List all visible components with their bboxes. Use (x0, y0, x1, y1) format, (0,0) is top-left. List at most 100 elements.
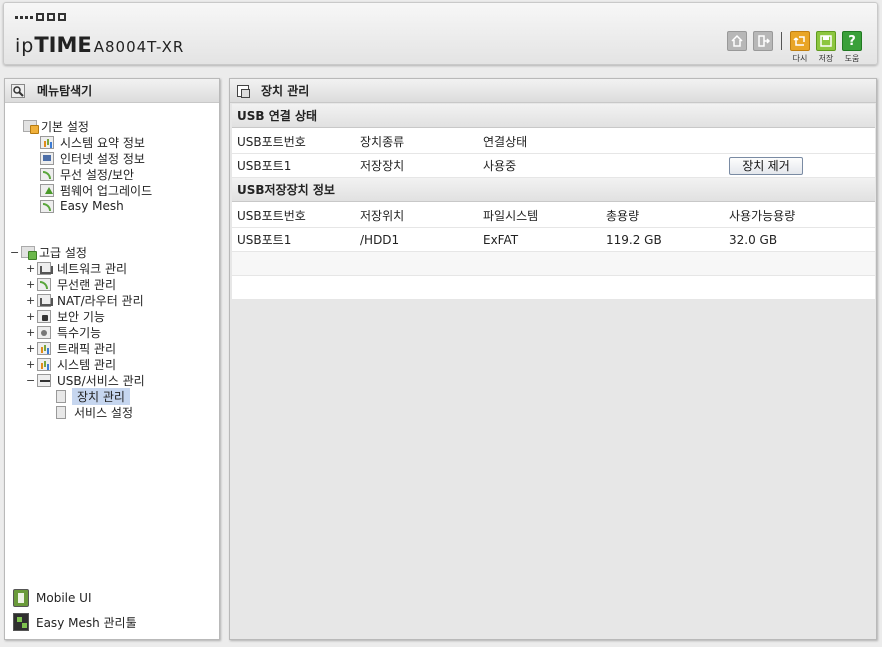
storage-info-header-row: USB포트번호 저장위치 파일시스템 총용량 사용가능용량 (232, 202, 875, 228)
expand-toggle[interactable]: + (26, 262, 35, 275)
help-label: 도움 (844, 54, 860, 63)
brand-time: TIME (34, 33, 92, 57)
menu-item-firmware-upgrade[interactable]: 펌웨어 업그레이드 (40, 182, 152, 198)
header-toolbar: 다시 저장 ? 도움 (727, 31, 862, 64)
folder-icon (23, 120, 39, 134)
wifi-icon (37, 277, 51, 291)
usb-status-section-title: USB 연결 상태 (232, 104, 875, 128)
menu-explorer-panel: 메뉴탐색기 기본 설정 시스템 요약 정보 인터넷 설정 정보 무선 설정/보안… (4, 78, 220, 640)
logout-icon[interactable] (753, 31, 773, 51)
window-icon (237, 84, 250, 98)
mesh-icon (40, 199, 54, 213)
table-cell: 119.2 GB (606, 232, 662, 247)
menu-item-special-functions[interactable]: + 특수기능 (26, 324, 101, 340)
redo-label: 다시 (792, 54, 808, 63)
tree-basic-settings[interactable]: 기본 설정 (23, 118, 89, 134)
expand-toggle[interactable]: + (26, 342, 35, 355)
menu-item-label: 펌웨어 업그레이드 (60, 183, 153, 198)
menu-item-security[interactable]: + 보안 기능 (26, 308, 105, 324)
top-header: ipTIME A8004T-XR 다시 저장 ? 도움 (3, 2, 878, 65)
wifi-icon (40, 167, 54, 181)
content-body: USB 연결 상태 USB포트번호 장치종류 연결상태 USB포트1 저장장치 … (232, 104, 875, 300)
menu-item-label: 인터넷 설정 정보 (60, 151, 145, 166)
column-header: 장치종류 (360, 135, 405, 149)
expand-toggle[interactable]: + (26, 294, 35, 307)
menu-item-label: USB/서비스 관리 (57, 373, 145, 388)
menu-item-wireless-security[interactable]: 무선 설정/보안 (40, 166, 134, 182)
menu-item-label: 시스템 요약 정보 (60, 135, 145, 150)
redo-button[interactable]: 다시 (790, 31, 810, 64)
usb-status-header-row: USB포트번호 장치종류 연결상태 (232, 128, 875, 154)
menu-item-label: Easy Mesh (60, 199, 124, 213)
menu-item-traffic[interactable]: + 트래픽 관리 (26, 340, 116, 356)
column-header: 연결상태 (483, 135, 528, 149)
home-icon[interactable] (727, 31, 747, 51)
folder-icon (21, 246, 37, 260)
toolbar-divider (781, 32, 782, 50)
page-icon (56, 405, 66, 419)
menu-item-service-settings[interactable]: 서비스 설정 (56, 404, 133, 420)
tree-advanced-settings-label: 고급 설정 (39, 245, 87, 260)
empty-row (232, 276, 875, 300)
menu-item-label: 네트워크 관리 (57, 261, 128, 276)
menu-item-nat-router[interactable]: + NAT/라우터 관리 (26, 292, 144, 308)
expand-toggle[interactable]: + (26, 278, 35, 291)
column-header: 총용량 (606, 209, 640, 223)
table-cell: 32.0 GB (729, 232, 778, 247)
mobile-icon (13, 589, 29, 607)
table-cell: ExFAT (483, 232, 519, 247)
router-icon (37, 293, 53, 307)
traffic-icon (37, 341, 51, 355)
expand-toggle[interactable]: + (26, 310, 35, 323)
chart-icon (40, 135, 54, 149)
table-row: USB포트1 /HDD1 ExFAT 119.2 GB 32.0 GB (232, 228, 875, 252)
brand-logo: ipTIME A8004T-XR (15, 33, 184, 57)
redo-icon (790, 31, 810, 51)
menu-item-network[interactable]: + 네트워크 관리 (26, 260, 127, 276)
expand-toggle[interactable]: + (26, 358, 35, 371)
menu-item-internet-info[interactable]: 인터넷 설정 정보 (40, 150, 145, 166)
save-button[interactable]: 저장 (816, 31, 836, 64)
gear-icon (37, 325, 51, 339)
empty-row (232, 252, 875, 276)
collapse-toggle[interactable]: − (10, 246, 19, 259)
column-header: 파일시스템 (483, 209, 539, 223)
table-cell: 사용중 (483, 159, 517, 173)
menu-item-system[interactable]: + 시스템 관리 (26, 356, 116, 372)
storage-info-section-title: USB저장장치 정보 (232, 178, 875, 202)
menu-item-label: 시스템 관리 (57, 357, 117, 372)
system-icon (37, 357, 51, 371)
remove-device-button[interactable]: 장치 제거 (729, 157, 803, 175)
column-header: USB포트번호 (237, 209, 306, 223)
column-header: 저장위치 (360, 209, 405, 223)
menu-explorer-title: 메뉴탐색기 (5, 79, 219, 103)
menu-item-system-summary[interactable]: 시스템 요약 정보 (40, 134, 145, 150)
menu-item-usb-service[interactable]: − USB/서비스 관리 (26, 372, 145, 388)
content-panel: 장치 관리 USB 연결 상태 USB포트번호 장치종류 연결상태 USB포트1… (229, 78, 877, 640)
menu-item-wireless[interactable]: + 무선랜 관리 (26, 276, 116, 292)
tree-advanced-settings[interactable]: − 고급 설정 (10, 244, 87, 260)
save-label: 저장 (818, 54, 834, 63)
easy-mesh-tool-link[interactable]: Easy Mesh 관리툴 (13, 613, 137, 631)
mobile-ui-link[interactable]: Mobile UI (13, 589, 137, 607)
help-button[interactable]: ? 도움 (842, 31, 862, 64)
menu-item-label: 특수기능 (57, 325, 102, 340)
menu-item-label: NAT/라우터 관리 (57, 293, 144, 308)
table-cell: 저장장치 (360, 159, 405, 173)
menu-item-label: 보안 기능 (57, 309, 105, 324)
brand-dots-icon (15, 13, 66, 21)
magnifier-icon (11, 83, 25, 98)
network-icon (37, 261, 53, 275)
page-title: 장치 관리 (261, 84, 310, 98)
column-header: USB포트번호 (237, 135, 306, 149)
menu-explorer-label: 메뉴탐색기 (37, 84, 93, 98)
collapse-toggle[interactable]: − (26, 374, 35, 387)
menu-item-device-management[interactable]: 장치 관리 (56, 387, 130, 405)
brand-ip: ip (15, 35, 35, 57)
menu-item-label: 트래픽 관리 (57, 341, 117, 356)
menu-item-easy-mesh[interactable]: Easy Mesh (40, 198, 124, 214)
expand-toggle[interactable]: + (26, 326, 35, 339)
table-cell: USB포트1 (237, 233, 292, 247)
easy-mesh-tool-label: Easy Mesh 관리툴 (36, 615, 137, 630)
menu-item-label: 무선 설정/보안 (60, 167, 135, 182)
